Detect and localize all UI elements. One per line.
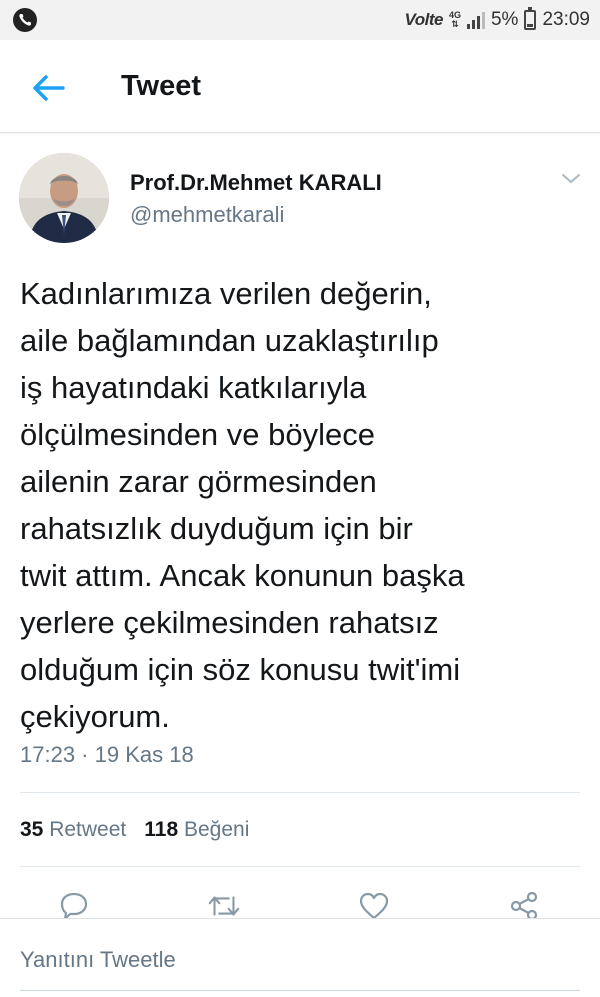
- page-title: Tweet: [121, 70, 202, 102]
- avatar[interactable]: [19, 153, 109, 243]
- network-indicator: 4G ⇅: [448, 10, 461, 29]
- reply-input[interactable]: Yanıtını Tweetle: [20, 947, 176, 973]
- retweet-stat[interactable]: 35 Retweet: [20, 818, 126, 842]
- top-app-bar: Tweet: [0, 40, 600, 133]
- battery-percent: 5%: [490, 9, 519, 30]
- chevron-down-icon[interactable]: [558, 168, 584, 188]
- divider: [20, 866, 580, 867]
- tweet-timestamp: 17:23 · 19 Kas 18: [20, 742, 194, 767]
- phone-icon: [12, 7, 38, 33]
- like-stat[interactable]: 118 Beğeni: [144, 818, 249, 842]
- tweet-text: Kadınlarımıza verilen değerin, aile bağl…: [20, 276, 465, 734]
- status-bar: Volte 4G ⇅ 5% 23:09: [0, 0, 600, 40]
- back-arrow-icon[interactable]: [28, 70, 68, 106]
- battery-icon: [524, 7, 537, 30]
- reply-composer[interactable]: Yanıtını Tweetle: [0, 918, 600, 997]
- author-handle[interactable]: @mehmetkarali: [130, 202, 284, 228]
- clock: 23:09: [542, 9, 590, 30]
- author-name[interactable]: Prof.Dr.Mehmet KARALI: [130, 170, 382, 196]
- divider: [20, 792, 580, 793]
- reply-input-underline: [20, 990, 580, 991]
- signal-icon: [466, 11, 485, 29]
- volte-indicator: Volte: [404, 10, 444, 29]
- tweet-stats: 35 Retweet 118 Beğeni: [20, 818, 249, 842]
